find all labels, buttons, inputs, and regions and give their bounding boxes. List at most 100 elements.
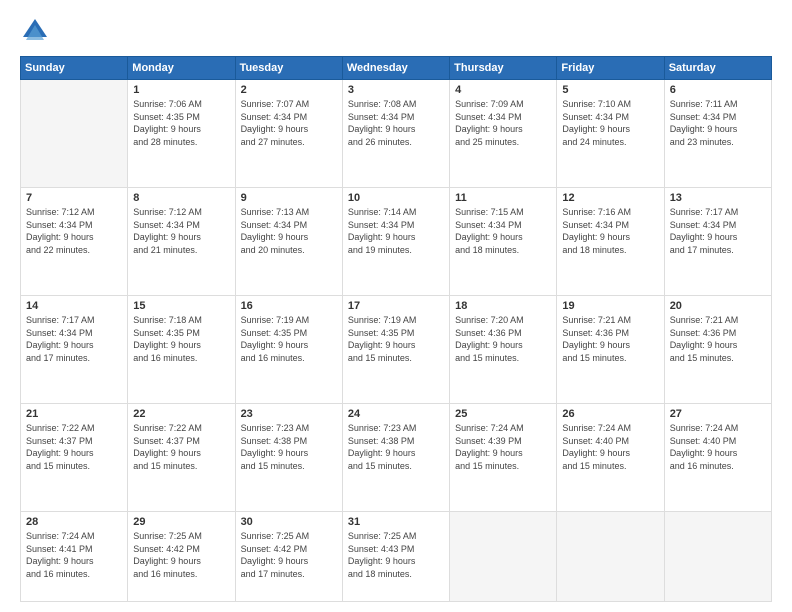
day-info: Sunrise: 7:15 AM Sunset: 4:34 PM Dayligh… [455,206,551,256]
calendar-cell: 15 Sunrise: 7:18 AM Sunset: 4:35 PM Dayli… [128,295,235,403]
calendar-cell: 31 Sunrise: 7:25 AM Sunset: 4:43 PM Dayli… [342,511,449,601]
day-number: 16 [241,300,337,312]
day-number: 8 [133,192,229,204]
calendar-week-row: 14Sunrise: 7:17 AM Sunset: 4:34 PM Dayli… [21,295,772,403]
logo-icon [20,16,50,46]
day-number: 30 [241,516,337,528]
day-number: 24 [348,408,444,420]
calendar-cell: 8 Sunrise: 7:12 AM Sunset: 4:34 PM Daylig… [128,187,235,295]
calendar-cell: 9 Sunrise: 7:13 AM Sunset: 4:34 PM Daylig… [235,187,342,295]
day-info: Sunrise: 7:14 AM Sunset: 4:34 PM Dayligh… [348,206,444,256]
day-number: 22 [133,408,229,420]
header [20,16,772,46]
day-number: 27 [670,408,766,420]
calendar-header-saturday: Saturday [664,57,771,80]
day-info: Sunrise: 7:10 AM Sunset: 4:34 PM Dayligh… [562,98,658,148]
day-info: Sunrise: 7:24 AM Sunset: 4:41 PM Dayligh… [26,530,122,580]
calendar-cell: 28 Sunrise: 7:24 AM Sunset: 4:41 PM Dayli… [21,511,128,601]
day-number: 11 [455,192,551,204]
day-number: 18 [455,300,551,312]
calendar-header-sunday: Sunday [21,57,128,80]
calendar-cell: 25 Sunrise: 7:24 AM Sunset: 4:39 PM Dayli… [450,403,557,511]
day-number: 1 [133,84,229,96]
calendar-cell: 27 Sunrise: 7:24 AM Sunset: 4:40 PM Dayli… [664,403,771,511]
day-info: Sunrise: 7:24 AM Sunset: 4:40 PM Dayligh… [670,422,766,472]
calendar-cell: 16 Sunrise: 7:19 AM Sunset: 4:35 PM Dayli… [235,295,342,403]
calendar-cell: 23 Sunrise: 7:23 AM Sunset: 4:38 PM Dayli… [235,403,342,511]
calendar-week-row: 7 Sunrise: 7:12 AM Sunset: 4:34 PM Daylig… [21,187,772,295]
day-info: Sunrise: 7:06 AM Sunset: 4:35 PM Dayligh… [133,98,229,148]
day-info: Sunrise: 7:12 AM Sunset: 4:34 PM Dayligh… [133,206,229,256]
day-info: Sunrise: 7:17 AM Sunset: 4:34 PM Dayligh… [670,206,766,256]
calendar-cell: 22 Sunrise: 7:22 AM Sunset: 4:37 PM Dayli… [128,403,235,511]
day-number: 3 [348,84,444,96]
day-number: 7 [26,192,122,204]
calendar-header-thursday: Thursday [450,57,557,80]
day-info: Sunrise: 7:25 AM Sunset: 4:43 PM Dayligh… [348,530,444,580]
day-number: 19 [562,300,658,312]
day-info: Sunrise: 7:11 AM Sunset: 4:34 PM Dayligh… [670,98,766,148]
day-number: 15 [133,300,229,312]
day-info: Sunrise: 7:22 AM Sunset: 4:37 PM Dayligh… [26,422,122,472]
day-number: 9 [241,192,337,204]
calendar-week-row: 1 Sunrise: 7:06 AM Sunset: 4:35 PM Daylig… [21,80,772,188]
calendar-cell: 1 Sunrise: 7:06 AM Sunset: 4:35 PM Daylig… [128,80,235,188]
day-info: Sunrise: 7:09 AM Sunset: 4:34 PM Dayligh… [455,98,551,148]
calendar-cell: 11 Sunrise: 7:15 AM Sunset: 4:34 PM Dayli… [450,187,557,295]
day-number: 26 [562,408,658,420]
calendar-cell: 19 Sunrise: 7:21 AM Sunset: 4:36 PM Dayli… [557,295,664,403]
day-info: Sunrise: 7:23 AM Sunset: 4:38 PM Dayligh… [348,422,444,472]
calendar-cell: 12 Sunrise: 7:16 AM Sunset: 4:34 PM Dayli… [557,187,664,295]
calendar-cell [21,80,128,188]
calendar-cell: 29Sunrise: 7:25 AM Sunset: 4:42 PM Dayli… [128,511,235,601]
calendar-week-row: 21 Sunrise: 7:22 AM Sunset: 4:37 PM Dayli… [21,403,772,511]
day-info: Sunrise: 7:21 AM Sunset: 4:36 PM Dayligh… [670,314,766,364]
calendar-cell [557,511,664,601]
day-number: 21 [26,408,122,420]
day-number: 5 [562,84,658,96]
calendar-header-tuesday: Tuesday [235,57,342,80]
day-info: Sunrise: 7:24 AM Sunset: 4:39 PM Dayligh… [455,422,551,472]
day-info: Sunrise: 7:23 AM Sunset: 4:38 PM Dayligh… [241,422,337,472]
day-number: 17 [348,300,444,312]
calendar-cell [664,511,771,601]
day-number: 28 [26,516,122,528]
calendar-cell: 24 Sunrise: 7:23 AM Sunset: 4:38 PM Dayli… [342,403,449,511]
day-info: Sunrise: 7:19 AM Sunset: 4:35 PM Dayligh… [241,314,337,364]
day-number: 14 [26,300,122,312]
day-number: 10 [348,192,444,204]
calendar-cell: 18 Sunrise: 7:20 AM Sunset: 4:36 PM Dayli… [450,295,557,403]
day-number: 20 [670,300,766,312]
page: SundayMondayTuesdayWednesdayThursdayFrid… [0,0,792,612]
day-info: Sunrise: 7:21 AM Sunset: 4:36 PM Dayligh… [562,314,658,364]
day-info: Sunrise: 7:08 AM Sunset: 4:34 PM Dayligh… [348,98,444,148]
calendar-cell: 17 Sunrise: 7:19 AM Sunset: 4:35 PM Dayli… [342,295,449,403]
day-info: Sunrise: 7:19 AM Sunset: 4:35 PM Dayligh… [348,314,444,364]
day-number: 31 [348,516,444,528]
calendar-cell: 5 Sunrise: 7:10 AM Sunset: 4:34 PM Daylig… [557,80,664,188]
day-number: 6 [670,84,766,96]
day-number: 23 [241,408,337,420]
calendar-cell: 20 Sunrise: 7:21 AM Sunset: 4:36 PM Dayli… [664,295,771,403]
day-info: Sunrise: 7:16 AM Sunset: 4:34 PM Dayligh… [562,206,658,256]
calendar-cell: 4 Sunrise: 7:09 AM Sunset: 4:34 PM Daylig… [450,80,557,188]
day-number: 13 [670,192,766,204]
day-info: Sunrise: 7:13 AM Sunset: 4:34 PM Dayligh… [241,206,337,256]
calendar-header-friday: Friday [557,57,664,80]
day-number: 2 [241,84,337,96]
day-info: Sunrise: 7:20 AM Sunset: 4:36 PM Dayligh… [455,314,551,364]
day-number: 4 [455,84,551,96]
day-info: Sunrise: 7:22 AM Sunset: 4:37 PM Dayligh… [133,422,229,472]
day-number: 29 [133,516,229,528]
calendar-week-row: 28 Sunrise: 7:24 AM Sunset: 4:41 PM Dayli… [21,511,772,601]
calendar-cell: 2Sunrise: 7:07 AM Sunset: 4:34 PM Daylig… [235,80,342,188]
calendar-cell: 14Sunrise: 7:17 AM Sunset: 4:34 PM Dayli… [21,295,128,403]
day-number: 12 [562,192,658,204]
calendar-header-row: SundayMondayTuesdayWednesdayThursdayFrid… [21,57,772,80]
calendar-cell: 10 Sunrise: 7:14 AM Sunset: 4:34 PM Dayli… [342,187,449,295]
calendar-cell: 13 Sunrise: 7:17 AM Sunset: 4:34 PM Dayli… [664,187,771,295]
day-info: Sunrise: 7:18 AM Sunset: 4:35 PM Dayligh… [133,314,229,364]
day-number: 25 [455,408,551,420]
calendar-cell: 3 Sunrise: 7:08 AM Sunset: 4:34 PM Daylig… [342,80,449,188]
logo [20,16,54,46]
